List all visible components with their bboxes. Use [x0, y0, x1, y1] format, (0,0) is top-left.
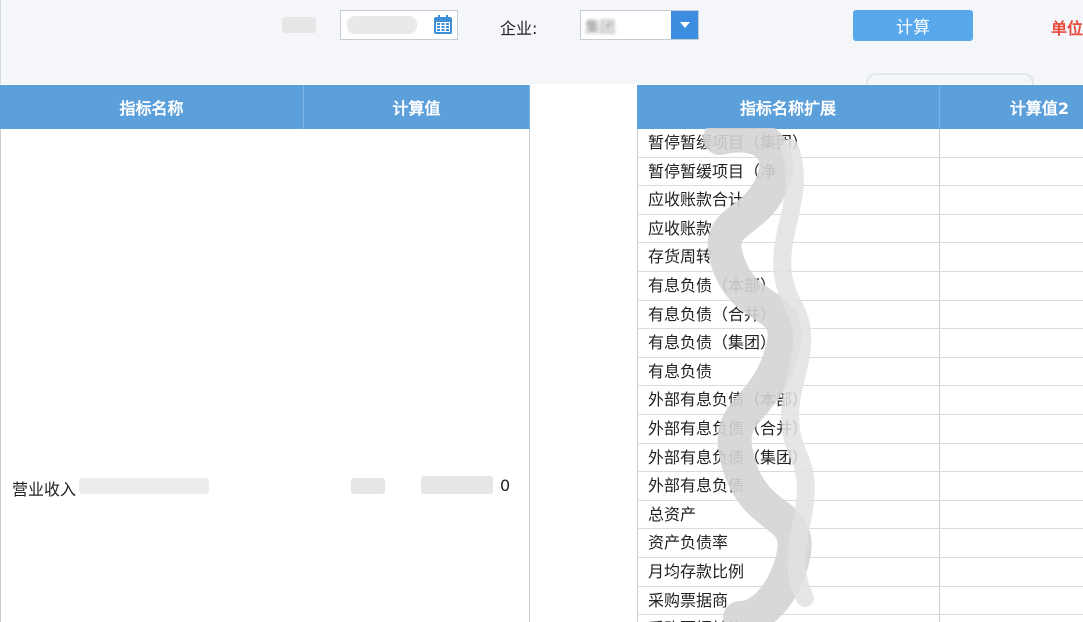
- calc-value-2-cell: [940, 587, 1083, 615]
- table-row[interactable]: 月均存款比例: [637, 557, 1083, 587]
- indicator-name-ext-cell: 外部有息负债: [637, 472, 940, 500]
- indicator-name-ext-cell: 月均存款比例: [637, 557, 940, 586]
- indicator-name-ext-cell: 有息负债: [637, 357, 940, 386]
- indicator-name-ext-cell: 总资产: [637, 500, 940, 529]
- table-row[interactable]: 有息负债: [637, 357, 1083, 387]
- indicator-name-ext-cell: 外部有息负债（集团）: [637, 443, 940, 472]
- table-row[interactable]: 暂停暂缓项目（集团）: [637, 129, 1083, 158]
- table-row[interactable]: 暂停暂缓项目（净: [637, 157, 1083, 187]
- indicator-name-ext-cell: 外部有息负债（本部）: [637, 386, 940, 414]
- table-row[interactable]: 有息负债（集团）: [637, 329, 1083, 358]
- toolbar: 企业: 集团 计算 单位: [0, 0, 1083, 84]
- calc-value-2-cell: [940, 215, 1083, 243]
- calculate-button[interactable]: 计算: [853, 10, 973, 41]
- unit-label: 单位: [1051, 19, 1083, 38]
- indicator-name-ext-cell: 暂停暂缓项目（净: [637, 157, 940, 186]
- date-label-redacted: [282, 17, 316, 33]
- calc-value-text: 0: [500, 476, 511, 495]
- extended-indicator-table: 指标名称扩展 计算值2 暂停暂缓项目（集团） 暂停暂缓项目（净 应收账款合计 应收账款…: [637, 85, 1083, 622]
- calc-value-2-cell: [940, 329, 1083, 357]
- calc-value-2-cell: [940, 272, 1083, 300]
- indicator-name-ext-cell: 应收账款合计: [637, 186, 940, 214]
- header-indicator-name-ext: 指标名称扩展: [637, 85, 940, 129]
- header-calc-value-2: 计算值2: [940, 85, 1083, 129]
- header-calc-value: 计算值: [304, 85, 530, 129]
- calc-value-2-cell: [940, 444, 1083, 472]
- calc-value-2-cell: [940, 615, 1083, 622]
- date-value-redacted: [347, 16, 417, 34]
- company-select[interactable]: 集团: [580, 10, 699, 40]
- indicator-name-ext-cell: 采购票据商: [637, 586, 940, 615]
- calc-value-2-cell: [940, 386, 1083, 414]
- table-row[interactable]: 应收账款: [637, 214, 1083, 244]
- table-row[interactable]: 有息负债（本部）: [637, 271, 1083, 301]
- extended-rows: 暂停暂缓项目（集团） 暂停暂缓项目（净 应收账款合计 应收账款 存货周转 有息负债（本部）…: [637, 129, 1083, 622]
- value-redacted-2: [421, 476, 493, 494]
- calc-value-2-cell: [940, 501, 1083, 529]
- calc-value-2-cell: [940, 129, 1083, 157]
- indicator-name-ext-cell: 采购票据转换: [637, 615, 940, 622]
- indicator-name-cell[interactable]: 营业收入: [0, 129, 304, 622]
- table-row[interactable]: 有息负债（合并）: [637, 300, 1083, 330]
- company-label: 企业:: [500, 19, 538, 38]
- calc-value-2-cell: [940, 158, 1083, 186]
- table-row[interactable]: 总资产: [637, 500, 1083, 530]
- header-indicator-name: 指标名称: [0, 85, 304, 129]
- calc-value-2-cell: [940, 301, 1083, 329]
- indicator-name-ext-cell: 应收账款: [637, 214, 940, 243]
- chevron-down-icon[interactable]: [671, 11, 698, 39]
- calc-value-2-cell: [940, 415, 1083, 443]
- indicator-name-ext-cell: 有息负债（集团）: [637, 329, 940, 357]
- calc-value-2-cell: [940, 358, 1083, 386]
- calendar-icon[interactable]: [431, 13, 455, 37]
- table-row[interactable]: 采购票据商: [637, 586, 1083, 616]
- table-row[interactable]: 外部有息负债（本部）: [637, 386, 1083, 415]
- calc-value-2-cell: [940, 243, 1083, 271]
- date-input[interactable]: [340, 10, 458, 40]
- calc-value-2-cell: [940, 558, 1083, 586]
- indicator-name-ext-cell: 外部有息负债（合并）: [637, 414, 940, 443]
- table-row[interactable]: 外部有息负债（集团）: [637, 443, 1083, 473]
- table-row[interactable]: 采购票据转换: [637, 615, 1083, 622]
- calc-value-2-cell: [940, 186, 1083, 214]
- table-row[interactable]: 应收账款合计: [637, 186, 1083, 215]
- indicator-name-ext-cell: 存货周转: [637, 243, 940, 271]
- calc-value-cell[interactable]: 0: [303, 129, 530, 622]
- table-row[interactable]: 外部有息负债（合并）: [637, 414, 1083, 444]
- indicator-name-ext-cell: 有息负债（本部）: [637, 271, 940, 300]
- calc-value-2-cell: [940, 529, 1083, 557]
- value-redacted: [351, 478, 385, 494]
- table-row[interactable]: 存货周转: [637, 243, 1083, 272]
- name-redacted: [79, 478, 209, 494]
- table-row[interactable]: 资产负债率: [637, 529, 1083, 558]
- indicator-name-ext-cell: 有息负债（合并）: [637, 300, 940, 329]
- indicator-name-ext-cell: 资产负债率: [637, 529, 940, 557]
- calc-value-2-cell: [940, 472, 1083, 500]
- indicator-name-text: 营业收入: [12, 480, 77, 499]
- table-row[interactable]: 外部有息负债: [637, 472, 1083, 501]
- indicator-name-ext-cell: 暂停暂缓项目（集团）: [637, 129, 940, 157]
- company-select-value: 集团: [585, 18, 616, 36]
- indicator-table: 指标名称 计算值 营业收入 0: [0, 85, 530, 622]
